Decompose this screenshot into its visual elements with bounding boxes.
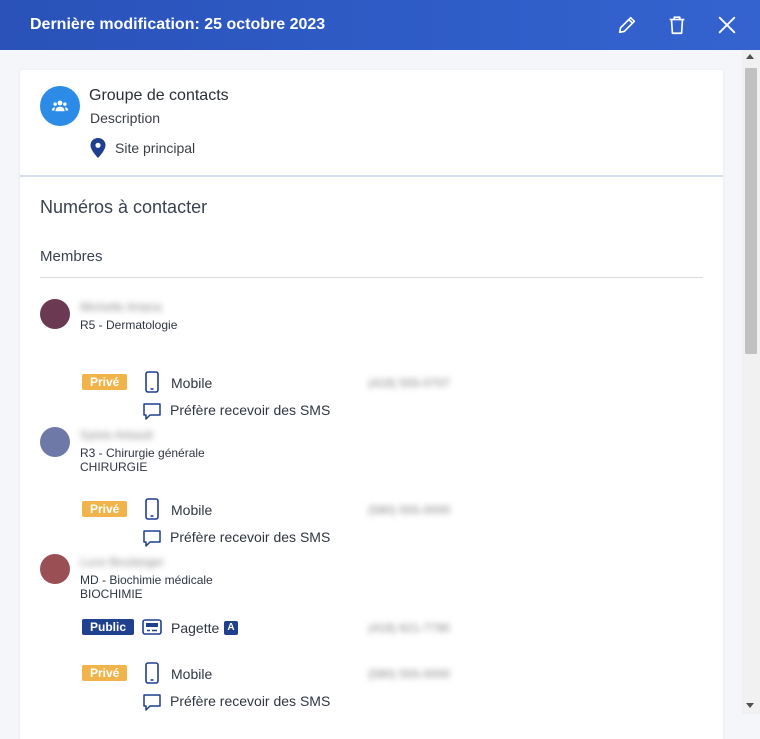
member-role: R3 - Chirurgie générale	[80, 446, 205, 460]
close-icon	[718, 16, 736, 34]
site-label: Site principal	[115, 140, 196, 156]
pager-flag: A	[224, 621, 238, 635]
divider	[40, 277, 703, 278]
pager-icon	[142, 619, 162, 635]
scrollbar-thumb[interactable]	[745, 68, 757, 354]
member-name: Luce Boulanger	[80, 555, 165, 569]
header-actions	[602, 0, 752, 50]
member-role: R5 - Dermatologie	[80, 318, 178, 332]
avatar	[40, 427, 70, 457]
contact-numbers-title: Numéros à contacter	[40, 197, 208, 217]
visibility-badge: Privé	[82, 501, 128, 517]
member-department: CHIRURGIE	[80, 460, 148, 474]
trash-icon	[669, 16, 685, 35]
vertical-scrollbar[interactable]	[742, 50, 760, 714]
mobile-phone-icon	[145, 662, 159, 684]
message-icon	[143, 403, 161, 420]
modal-header: Dernière modification: 25 octobre 2023	[0, 0, 760, 50]
location-pin-icon	[90, 138, 106, 158]
sms-preference-label: Préfère recevoir des SMS	[170, 402, 331, 418]
phone-number[interactable]: (580) 555-0000	[368, 667, 450, 681]
member-name: Michelle Ariana	[80, 300, 162, 314]
group-info: Groupe de contacts Description Site prin…	[20, 70, 723, 177]
site-row: Site principal	[90, 138, 195, 158]
group-name: Groupe de contacts	[89, 87, 229, 104]
modal-content: Groupe de contacts Description Site prin…	[0, 50, 742, 739]
sms-preference-row: Préfère recevoir des SMS	[20, 526, 723, 548]
contact-group-card: Groupe de contacts Description Site prin…	[20, 70, 723, 739]
last-modified-title: Dernière modification: 25 octobre 2023	[30, 16, 326, 33]
mobile-phone-icon	[145, 498, 159, 520]
delete-button[interactable]	[652, 0, 702, 50]
contact-row: Privé Mobile (418) 555-0707	[20, 371, 723, 395]
sms-preference-row: Préfère recevoir des SMS	[20, 399, 723, 421]
sms-preference-label: Préfère recevoir des SMS	[170, 529, 331, 545]
phone-number[interactable]: (418) 555-0707	[368, 376, 450, 390]
member-department: BIOCHIMIE	[80, 587, 143, 601]
members-title: Membres	[40, 248, 103, 265]
contact-row: Privé Mobile (580) 555-0000	[20, 498, 723, 522]
message-icon	[143, 694, 161, 711]
scroll-up-arrow-icon[interactable]	[746, 54, 754, 59]
contact-type-label: Pagette	[171, 620, 220, 636]
contact-type-label: Mobile	[171, 666, 213, 682]
contact-type-label: Mobile	[171, 375, 213, 391]
avatar	[40, 299, 70, 329]
group-avatar	[40, 86, 80, 126]
sms-preference-label: Préfère recevoir des SMS	[170, 693, 331, 709]
message-icon	[143, 530, 161, 547]
contact-row: Privé Mobile (580) 555-0000	[20, 662, 723, 686]
scroll-down-arrow-icon[interactable]	[746, 703, 754, 708]
member-name: Sylvie Arbault	[80, 428, 153, 442]
pencil-icon	[618, 16, 636, 34]
contact-row: Public Pagette A (418) 621-7790	[20, 616, 723, 640]
visibility-badge: Public	[82, 619, 135, 635]
mobile-phone-icon	[145, 371, 159, 393]
contact-type-label: Mobile	[171, 502, 213, 518]
visibility-badge: Privé	[82, 665, 128, 681]
member-role: MD - Biochimie médicale	[80, 573, 213, 587]
avatar	[40, 554, 70, 584]
phone-number[interactable]: (580) 555-0000	[368, 503, 450, 517]
close-button[interactable]	[702, 0, 752, 50]
phone-number[interactable]: (418) 621-7790	[368, 621, 450, 635]
group-icon	[51, 100, 69, 112]
visibility-badge: Privé	[82, 374, 128, 390]
group-description: Description	[90, 110, 161, 126]
sms-preference-row: Préfère recevoir des SMS	[20, 690, 723, 712]
edit-button[interactable]	[602, 0, 652, 50]
